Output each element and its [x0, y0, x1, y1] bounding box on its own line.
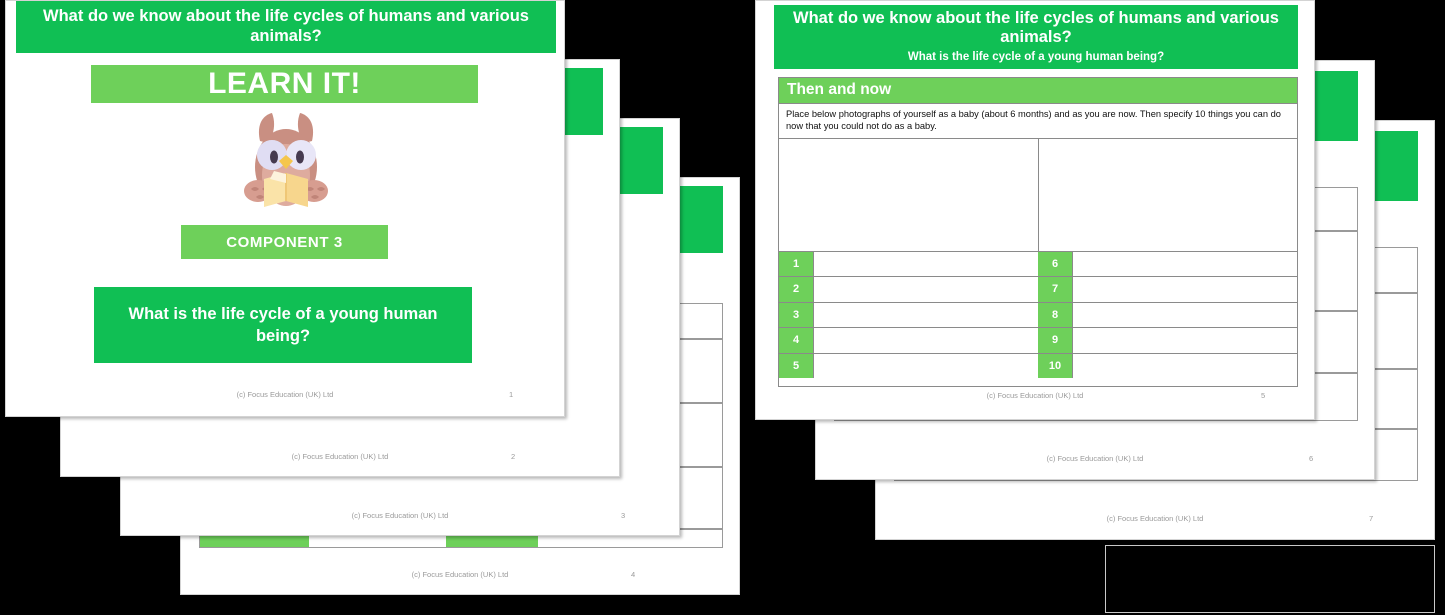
row-answer-field[interactable] — [1072, 251, 1297, 277]
slide-page-number-7: 7 — [1369, 514, 1374, 523]
row-number: 3 — [779, 302, 813, 328]
worksheet-heading: Then and now — [779, 78, 1297, 104]
banner-title: What do we know about the life cycles of… — [43, 7, 529, 45]
table-row[interactable]: 10 — [1038, 353, 1297, 379]
slide-page-number-5: 5 — [1261, 391, 1266, 400]
slide-page-number-1: 1 — [509, 390, 514, 399]
then-and-now-worksheet[interactable]: Then and now Place below photographs of … — [778, 77, 1298, 387]
component-banner: COMPONENT 3 — [181, 225, 388, 259]
row-answer-field[interactable] — [1072, 302, 1297, 328]
slide-card-5[interactable]: What do we know about the life cycles of… — [755, 0, 1315, 420]
row-answer-field[interactable] — [813, 302, 1038, 328]
photo-cell-now[interactable] — [1037, 138, 1298, 251]
learn-it-banner: LEARN IT! — [91, 65, 478, 103]
table-row[interactable]: 3 — [779, 302, 1038, 329]
worksheet-list-area: 1 2 3 4 5 6 7 8 9 10 — [779, 251, 1297, 379]
learn-it-label: LEARN IT! — [208, 67, 361, 100]
row-number: 5 — [779, 353, 813, 379]
slide-page-number-3: 3 — [621, 511, 626, 520]
slide-footer-7: (c) Focus Education (UK) Ltd — [1106, 514, 1204, 523]
slide-footer-2: (c) Focus Education (UK) Ltd — [291, 452, 389, 461]
slide-footer-3: (c) Focus Education (UK) Ltd — [351, 511, 449, 520]
table-row[interactable]: 7 — [1038, 277, 1297, 303]
photo-cell-baby[interactable] — [779, 139, 1038, 251]
row-answer-field[interactable] — [813, 328, 1038, 353]
lesson-question-banner: What is the life cycle of a young human … — [94, 287, 472, 363]
slide-stack-stage: and (c) Focus Education (UK) Ltd 7 and y… — [0, 0, 1445, 615]
table-row[interactable]: 2 — [779, 277, 1038, 303]
slide-footer-6: (c) Focus Education (UK) Ltd — [1046, 454, 1144, 463]
worksheet-photo-row — [779, 138, 1298, 252]
worksheet-list-right: 6 7 8 9 10 — [1038, 251, 1297, 379]
banner-title: What do we know about the life cycles of… — [793, 8, 1279, 47]
worksheet-instruction: Place below photographs of yourself as a… — [779, 104, 1297, 139]
worksheet-list-left: 1 2 3 4 5 — [779, 251, 1038, 379]
slide-banner-1: What do we know about the life cycles of… — [16, 1, 556, 53]
row-number: 2 — [779, 277, 813, 302]
table-row[interactable]: 4 — [779, 328, 1038, 354]
row-answer-field[interactable] — [813, 251, 1038, 277]
lesson-question: What is the life cycle of a young human … — [128, 304, 438, 345]
owl-reading-book-icon — [234, 111, 338, 213]
slide-footer-4: (c) Focus Education (UK) Ltd — [411, 570, 509, 579]
row-number: 6 — [1038, 251, 1072, 277]
banner-subtitle: What is the life cycle of a young human … — [907, 50, 1165, 63]
slide-footer-1: (c) Focus Education (UK) Ltd — [236, 390, 334, 399]
row-number: 9 — [1038, 328, 1072, 353]
row-answer-field[interactable] — [1072, 353, 1297, 379]
row-number: 4 — [779, 328, 813, 353]
slide-page-number-2: 2 — [511, 452, 516, 461]
slide-card-8[interactable] — [1105, 545, 1435, 613]
slide-page-number-6: 6 — [1309, 454, 1314, 463]
row-answer-field[interactable] — [813, 277, 1038, 302]
table-row[interactable]: 8 — [1038, 302, 1297, 329]
component-label: COMPONENT 3 — [226, 233, 343, 251]
table-row[interactable]: 9 — [1038, 328, 1297, 354]
row-answer-field[interactable] — [1072, 328, 1297, 353]
slide-banner-5: What do we know about the life cycles of… — [774, 5, 1298, 69]
table-row[interactable]: 6 — [1038, 251, 1297, 278]
table-row[interactable]: 5 — [779, 353, 1038, 379]
slide-page-number-4: 4 — [631, 570, 636, 579]
row-number: 8 — [1038, 302, 1072, 328]
row-number: 10 — [1038, 353, 1072, 379]
table-row[interactable]: 1 — [779, 251, 1038, 278]
row-number: 1 — [779, 251, 813, 277]
slide-footer-5: (c) Focus Education (UK) Ltd — [986, 391, 1084, 400]
slide-card-1[interactable]: What do we know about the life cycles of… — [5, 0, 565, 417]
row-number: 7 — [1038, 277, 1072, 302]
row-answer-field[interactable] — [813, 353, 1038, 379]
row-answer-field[interactable] — [1072, 277, 1297, 302]
